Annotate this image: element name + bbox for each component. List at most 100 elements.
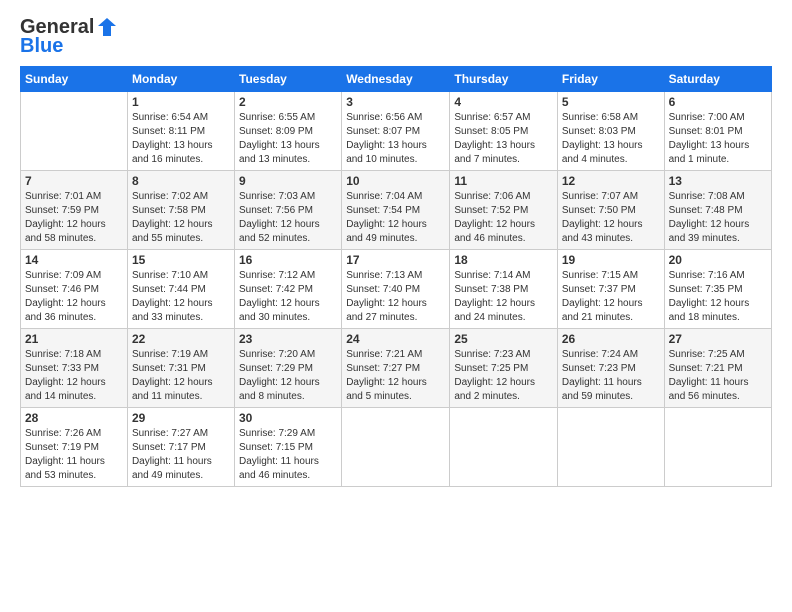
calendar-cell: 6Sunrise: 7:00 AMSunset: 8:01 PMDaylight… (664, 92, 771, 171)
calendar-cell: 7 Sunrise: 7:01 AMSunset: 7:59 PMDaylight… (21, 171, 128, 250)
cell-info: Sunrise: 7:21 AMSunset: 7:27 PMDaylight:… (346, 348, 445, 404)
calendar-week-row: 1 Sunrise: 6:54 AMSunset: 8:11 PMDaylight… (21, 92, 772, 171)
cell-info: Sunrise: 7:03 AMSunset: 7:56 PMDaylight:… (239, 190, 337, 246)
cell-info: Sunrise: 7:26 AMSunset: 7:19 PMDaylight:… (25, 427, 123, 483)
day-number: 7 (25, 174, 123, 188)
cell-info: Sunrise: 7:24 AMSunset: 7:23 PMDaylight:… (562, 348, 660, 404)
cell-info: Sunrise: 7:10 AMSunset: 7:44 PMDaylight:… (132, 269, 230, 325)
calendar-cell: 27 Sunrise: 7:25 AMSunset: 7:21 PMDayligh… (664, 329, 771, 408)
cell-info: Sunrise: 7:29 AMSunset: 7:15 PMDaylight:… (239, 427, 337, 483)
cell-info: Sunrise: 7:20 AMSunset: 7:29 PMDaylight:… (239, 348, 337, 404)
calendar-cell: 11 Sunrise: 7:06 AMSunset: 7:52 PMDayligh… (450, 171, 558, 250)
cell-info: Sunrise: 6:57 AMSunset: 8:05 PMDaylight:… (454, 111, 553, 167)
calendar-cell (557, 408, 664, 487)
day-number: 30 (239, 411, 337, 425)
day-number: 4 (454, 95, 553, 109)
day-number: 6 (669, 95, 767, 109)
day-number: 16 (239, 253, 337, 267)
calendar-cell: 2Sunrise: 6:55 AMSunset: 8:09 PMDaylight… (235, 92, 342, 171)
cell-info: Sunrise: 6:58 AMSunset: 8:03 PMDaylight:… (562, 111, 660, 167)
calendar-cell: 9 Sunrise: 7:03 AMSunset: 7:56 PMDaylight… (235, 171, 342, 250)
calendar-week-row: 7 Sunrise: 7:01 AMSunset: 7:59 PMDaylight… (21, 171, 772, 250)
calendar-week-row: 14 Sunrise: 7:09 AMSunset: 7:46 PMDayligh… (21, 250, 772, 329)
day-number: 29 (132, 411, 230, 425)
weekday-header-cell: Saturday (664, 67, 771, 92)
calendar-cell: 16 Sunrise: 7:12 AMSunset: 7:42 PMDayligh… (235, 250, 342, 329)
cell-info: Sunrise: 7:04 AMSunset: 7:54 PMDaylight:… (346, 190, 445, 246)
cell-info: Sunrise: 7:16 AMSunset: 7:35 PMDaylight:… (669, 269, 767, 325)
cell-info: Sunrise: 7:25 AMSunset: 7:21 PMDaylight:… (669, 348, 767, 404)
calendar-cell: 1 Sunrise: 6:54 AMSunset: 8:11 PMDaylight… (127, 92, 234, 171)
day-number: 23 (239, 332, 337, 346)
day-number: 15 (132, 253, 230, 267)
cell-info: Sunrise: 6:56 AMSunset: 8:07 PMDaylight:… (346, 111, 445, 167)
weekday-header-cell: Tuesday (235, 67, 342, 92)
logo-icon (96, 16, 118, 38)
calendar-cell: 26 Sunrise: 7:24 AMSunset: 7:23 PMDayligh… (557, 329, 664, 408)
cell-info: Sunrise: 7:23 AMSunset: 7:25 PMDaylight:… (454, 348, 553, 404)
day-number: 25 (454, 332, 553, 346)
weekday-header-cell: Friday (557, 67, 664, 92)
calendar-cell: 30 Sunrise: 7:29 AMSunset: 7:15 PMDayligh… (235, 408, 342, 487)
cell-info: Sunrise: 7:07 AMSunset: 7:50 PMDaylight:… (562, 190, 660, 246)
weekday-header-cell: Wednesday (342, 67, 450, 92)
day-number: 3 (346, 95, 445, 109)
calendar-cell: 18Sunrise: 7:14 AMSunset: 7:38 PMDayligh… (450, 250, 558, 329)
cell-info: Sunrise: 7:06 AMSunset: 7:52 PMDaylight:… (454, 190, 553, 246)
calendar-cell: 24 Sunrise: 7:21 AMSunset: 7:27 PMDayligh… (342, 329, 450, 408)
calendar-cell: 4 Sunrise: 6:57 AMSunset: 8:05 PMDaylight… (450, 92, 558, 171)
day-number: 17 (346, 253, 445, 267)
day-number: 27 (669, 332, 767, 346)
day-number: 28 (25, 411, 123, 425)
day-number: 2 (239, 95, 337, 109)
calendar-cell: 10 Sunrise: 7:04 AMSunset: 7:54 PMDayligh… (342, 171, 450, 250)
calendar-cell: 25 Sunrise: 7:23 AMSunset: 7:25 PMDayligh… (450, 329, 558, 408)
cell-info: Sunrise: 7:13 AMSunset: 7:40 PMDaylight:… (346, 269, 445, 325)
calendar-cell: 19 Sunrise: 7:15 AMSunset: 7:37 PMDayligh… (557, 250, 664, 329)
calendar-cell: 29 Sunrise: 7:27 AMSunset: 7:17 PMDayligh… (127, 408, 234, 487)
header: General Blue (20, 16, 772, 56)
cell-info: Sunrise: 7:15 AMSunset: 7:37 PMDaylight:… (562, 269, 660, 325)
day-number: 1 (132, 95, 230, 109)
weekday-header-cell: Monday (127, 67, 234, 92)
cell-info: Sunrise: 7:12 AMSunset: 7:42 PMDaylight:… (239, 269, 337, 325)
logo: General Blue (20, 16, 118, 56)
calendar-cell: 21Sunrise: 7:18 AMSunset: 7:33 PMDayligh… (21, 329, 128, 408)
calendar-cell: 14 Sunrise: 7:09 AMSunset: 7:46 PMDayligh… (21, 250, 128, 329)
day-number: 22 (132, 332, 230, 346)
logo-blue: Blue (20, 36, 118, 56)
cell-info: Sunrise: 7:19 AMSunset: 7:31 PMDaylight:… (132, 348, 230, 404)
cell-info: Sunrise: 7:01 AMSunset: 7:59 PMDaylight:… (25, 190, 123, 246)
day-number: 9 (239, 174, 337, 188)
day-number: 13 (669, 174, 767, 188)
day-number: 19 (562, 253, 660, 267)
calendar-cell (664, 408, 771, 487)
calendar-cell: 5Sunrise: 6:58 AMSunset: 8:03 PMDaylight… (557, 92, 664, 171)
cell-info: Sunrise: 6:54 AMSunset: 8:11 PMDaylight:… (132, 111, 230, 167)
day-number: 8 (132, 174, 230, 188)
day-number: 26 (562, 332, 660, 346)
cell-info: Sunrise: 7:09 AMSunset: 7:46 PMDaylight:… (25, 269, 123, 325)
weekday-header-cell: Sunday (21, 67, 128, 92)
day-number: 14 (25, 253, 123, 267)
weekday-header-cell: Thursday (450, 67, 558, 92)
cell-info: Sunrise: 7:27 AMSunset: 7:17 PMDaylight:… (132, 427, 230, 483)
day-number: 12 (562, 174, 660, 188)
calendar-cell: 23 Sunrise: 7:20 AMSunset: 7:29 PMDayligh… (235, 329, 342, 408)
cell-info: Sunrise: 7:08 AMSunset: 7:48 PMDaylight:… (669, 190, 767, 246)
calendar-cell (450, 408, 558, 487)
weekday-header-row: SundayMondayTuesdayWednesdayThursdayFrid… (21, 67, 772, 92)
day-number: 11 (454, 174, 553, 188)
page: General Blue SundayMondayTuesdayWednesda… (0, 0, 792, 612)
day-number: 24 (346, 332, 445, 346)
calendar-cell: 17 Sunrise: 7:13 AMSunset: 7:40 PMDayligh… (342, 250, 450, 329)
day-number: 20 (669, 253, 767, 267)
day-number: 18 (454, 253, 553, 267)
calendar-cell: 28 Sunrise: 7:26 AMSunset: 7:19 PMDayligh… (21, 408, 128, 487)
calendar-week-row: 28 Sunrise: 7:26 AMSunset: 7:19 PMDayligh… (21, 408, 772, 487)
calendar-cell: 20 Sunrise: 7:16 AMSunset: 7:35 PMDayligh… (664, 250, 771, 329)
calendar-cell (21, 92, 128, 171)
cell-info: Sunrise: 7:02 AMSunset: 7:58 PMDaylight:… (132, 190, 230, 246)
day-number: 10 (346, 174, 445, 188)
calendar-cell (342, 408, 450, 487)
